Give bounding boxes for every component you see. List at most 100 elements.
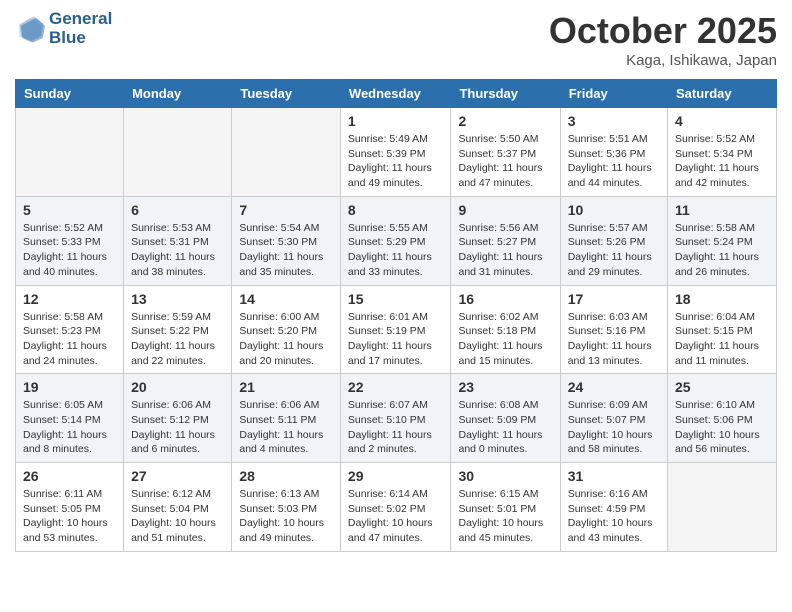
calendar-cell: 7 Sunrise: 5:54 AM Sunset: 5:30 PM Daylig… [232, 196, 341, 285]
day-number: 13 [131, 291, 224, 307]
day-number: 29 [348, 468, 444, 484]
day-info: Sunrise: 6:06 AM Sunset: 5:11 PM Dayligh… [239, 398, 333, 457]
calendar-cell: 8Sunrise: 5:55 AM Sunset: 5:29 PM Daylig… [340, 196, 451, 285]
day-info: Sunrise: 6:07 AM Sunset: 5:10 PM Dayligh… [348, 398, 444, 457]
day-info: Sunrise: 6:16 AM Sunset: 4:59 PM Dayligh… [568, 487, 660, 546]
calendar-cell: 26 Sunrise: 6:11 AM Sunset: 5:05 PM Dayli… [16, 463, 124, 552]
day-info: Sunrise: 5:49 AM Sunset: 5:39 PM Dayligh… [348, 132, 444, 191]
col-header-sunday: Sunday [16, 80, 124, 108]
col-header-friday: Friday [560, 80, 667, 108]
col-header-saturday: Saturday [668, 80, 777, 108]
header: General Blue October 2025 Kaga, Ishikawa… [15, 10, 777, 69]
day-info: Sunrise: 6:08 AM Sunset: 5:09 PM Dayligh… [458, 398, 552, 457]
calendar-cell: 14 Sunrise: 6:00 AM Sunset: 5:20 PM Dayli… [232, 285, 341, 374]
title-section: October 2025 Kaga, Ishikawa, Japan [549, 10, 777, 69]
calendar-cell: 24 Sunrise: 6:09 AM Sunset: 5:07 PM Dayli… [560, 374, 667, 463]
calendar-cell: 30 Sunrise: 6:15 AM Sunset: 5:01 PM Dayli… [451, 463, 560, 552]
calendar-week-row: 26 Sunrise: 6:11 AM Sunset: 5:05 PM Dayli… [16, 463, 777, 552]
day-info: Sunrise: 6:12 AM Sunset: 5:04 PM Dayligh… [131, 487, 224, 546]
day-number: 3 [568, 113, 660, 129]
logo: General Blue [15, 10, 112, 47]
day-number: 28 [239, 468, 333, 484]
calendar-table: SundayMondayTuesdayWednesdayThursdayFrid… [15, 79, 777, 552]
day-number: 6 [131, 202, 224, 218]
calendar-cell: 4Sunrise: 5:52 AM Sunset: 5:34 PM Daylig… [668, 108, 777, 197]
calendar-cell: 1Sunrise: 5:49 AM Sunset: 5:39 PM Daylig… [340, 108, 451, 197]
day-number: 9 [458, 202, 552, 218]
calendar-cell: 22 Sunrise: 6:07 AM Sunset: 5:10 PM Dayli… [340, 374, 451, 463]
day-info: Sunrise: 5:58 AM Sunset: 5:23 PM Dayligh… [23, 310, 116, 369]
calendar-cell: 9Sunrise: 5:56 AM Sunset: 5:27 PM Daylig… [451, 196, 560, 285]
calendar-cell: 25Sunrise: 6:10 AM Sunset: 5:06 PM Dayli… [668, 374, 777, 463]
calendar-cell: 31 Sunrise: 6:16 AM Sunset: 4:59 PM Dayli… [560, 463, 667, 552]
day-info: Sunrise: 6:04 AM Sunset: 5:15 PM Dayligh… [675, 310, 769, 369]
location: Kaga, Ishikawa, Japan [549, 52, 777, 69]
day-number: 18 [675, 291, 769, 307]
day-info: Sunrise: 5:53 AM Sunset: 5:31 PM Dayligh… [131, 221, 224, 280]
calendar-cell: 18 Sunrise: 6:04 AM Sunset: 5:15 PM Dayli… [668, 285, 777, 374]
day-number: 24 [568, 379, 660, 395]
day-number: 7 [239, 202, 333, 218]
day-info: Sunrise: 5:59 AM Sunset: 5:22 PM Dayligh… [131, 310, 224, 369]
day-info: Sunrise: 5:50 AM Sunset: 5:37 PM Dayligh… [458, 132, 552, 191]
day-number: 16 [458, 291, 552, 307]
day-info: Sunrise: 6:02 AM Sunset: 5:18 PM Dayligh… [458, 310, 552, 369]
calendar-cell: 17Sunrise: 6:03 AM Sunset: 5:16 PM Dayli… [560, 285, 667, 374]
day-info: Sunrise: 6:15 AM Sunset: 5:01 PM Dayligh… [458, 487, 552, 546]
calendar-cell [668, 463, 777, 552]
day-info: Sunrise: 6:00 AM Sunset: 5:20 PM Dayligh… [239, 310, 333, 369]
day-number: 22 [348, 379, 444, 395]
calendar-cell: 15 Sunrise: 6:01 AM Sunset: 5:19 PM Dayli… [340, 285, 451, 374]
day-info: Sunrise: 6:05 AM Sunset: 5:14 PM Dayligh… [23, 398, 116, 457]
day-info: Sunrise: 5:52 AM Sunset: 5:33 PM Dayligh… [23, 221, 116, 280]
day-info: Sunrise: 5:54 AM Sunset: 5:30 PM Dayligh… [239, 221, 333, 280]
day-number: 12 [23, 291, 116, 307]
day-info: Sunrise: 5:57 AM Sunset: 5:26 PM Dayligh… [568, 221, 660, 280]
calendar-cell: 11 Sunrise: 5:58 AM Sunset: 5:24 PM Dayli… [668, 196, 777, 285]
calendar-cell [232, 108, 341, 197]
logo-line1: General [49, 10, 112, 29]
day-info: Sunrise: 6:14 AM Sunset: 5:02 PM Dayligh… [348, 487, 444, 546]
day-info: Sunrise: 6:01 AM Sunset: 5:19 PM Dayligh… [348, 310, 444, 369]
calendar-cell: 21 Sunrise: 6:06 AM Sunset: 5:11 PM Dayli… [232, 374, 341, 463]
calendar-cell: 13 Sunrise: 5:59 AM Sunset: 5:22 PM Dayli… [124, 285, 232, 374]
day-number: 10 [568, 202, 660, 218]
calendar-cell [16, 108, 124, 197]
col-header-monday: Monday [124, 80, 232, 108]
day-number: 21 [239, 379, 333, 395]
calendar-week-row: 5 Sunrise: 5:52 AM Sunset: 5:33 PM Daylig… [16, 196, 777, 285]
day-number: 31 [568, 468, 660, 484]
day-info: Sunrise: 6:09 AM Sunset: 5:07 PM Dayligh… [568, 398, 660, 457]
day-info: Sunrise: 5:52 AM Sunset: 5:34 PM Dayligh… [675, 132, 769, 191]
calendar-cell: 28 Sunrise: 6:13 AM Sunset: 5:03 PM Dayli… [232, 463, 341, 552]
day-number: 23 [458, 379, 552, 395]
day-info: Sunrise: 6:13 AM Sunset: 5:03 PM Dayligh… [239, 487, 333, 546]
calendar-header-row: SundayMondayTuesdayWednesdayThursdayFrid… [16, 80, 777, 108]
col-header-tuesday: Tuesday [232, 80, 341, 108]
calendar-cell: 27 Sunrise: 6:12 AM Sunset: 5:04 PM Dayli… [124, 463, 232, 552]
calendar-week-row: 1Sunrise: 5:49 AM Sunset: 5:39 PM Daylig… [16, 108, 777, 197]
month-title: October 2025 [549, 10, 777, 52]
day-info: Sunrise: 6:11 AM Sunset: 5:05 PM Dayligh… [23, 487, 116, 546]
day-number: 11 [675, 202, 769, 218]
day-number: 5 [23, 202, 116, 218]
calendar-cell: 12 Sunrise: 5:58 AM Sunset: 5:23 PM Dayli… [16, 285, 124, 374]
day-number: 15 [348, 291, 444, 307]
day-info: Sunrise: 5:58 AM Sunset: 5:24 PM Dayligh… [675, 221, 769, 280]
day-info: Sunrise: 6:03 AM Sunset: 5:16 PM Dayligh… [568, 310, 660, 369]
calendar-week-row: 19 Sunrise: 6:05 AM Sunset: 5:14 PM Dayli… [16, 374, 777, 463]
day-number: 20 [131, 379, 224, 395]
day-number: 19 [23, 379, 116, 395]
calendar-cell: 19 Sunrise: 6:05 AM Sunset: 5:14 PM Dayli… [16, 374, 124, 463]
day-number: 30 [458, 468, 552, 484]
calendar-cell [124, 108, 232, 197]
calendar-cell: 6 Sunrise: 5:53 AM Sunset: 5:31 PM Daylig… [124, 196, 232, 285]
calendar-week-row: 12 Sunrise: 5:58 AM Sunset: 5:23 PM Dayli… [16, 285, 777, 374]
col-header-wednesday: Wednesday [340, 80, 451, 108]
day-number: 14 [239, 291, 333, 307]
calendar-cell: 10 Sunrise: 5:57 AM Sunset: 5:26 PM Dayli… [560, 196, 667, 285]
day-number: 25 [675, 379, 769, 395]
day-number: 27 [131, 468, 224, 484]
day-number: 26 [23, 468, 116, 484]
day-info: Sunrise: 5:55 AM Sunset: 5:29 PM Dayligh… [348, 221, 444, 280]
